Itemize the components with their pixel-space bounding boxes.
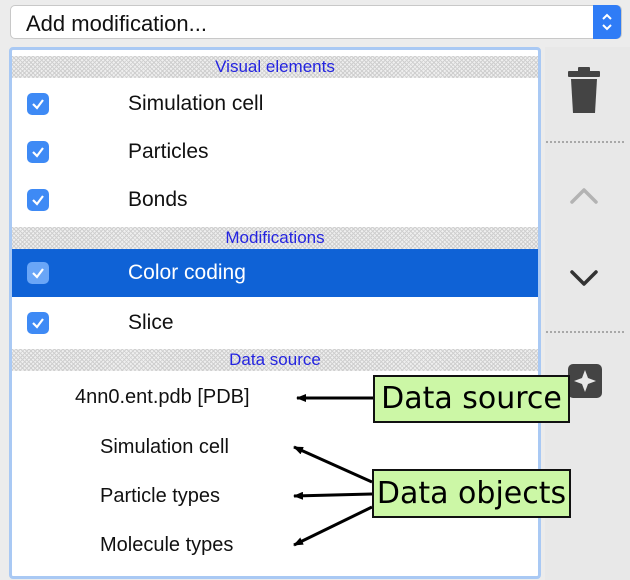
data-source-callout: Data source [373,375,570,423]
data-objects-callout: Data objects [372,469,571,518]
